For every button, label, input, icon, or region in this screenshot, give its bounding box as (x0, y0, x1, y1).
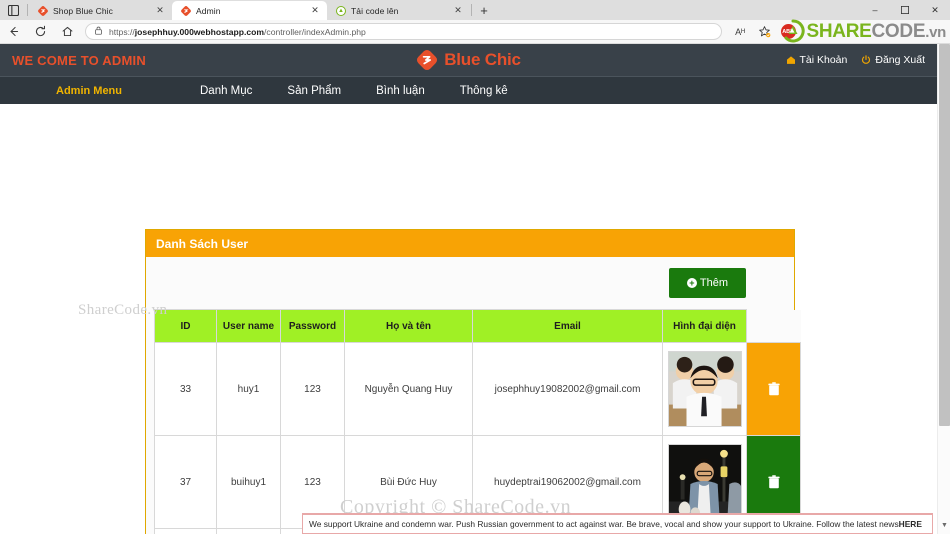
blue-chic-diamond-icon (180, 5, 191, 16)
minimize-button[interactable]: – (860, 0, 890, 20)
browser-tab-shop-blue-chic[interactable]: Shop Blue Chic ✕ (29, 1, 172, 20)
panel-header: Danh Sách User (146, 230, 794, 257)
tab-divider (471, 4, 472, 16)
column-header-actions (746, 309, 801, 343)
power-icon (861, 55, 871, 65)
page-scrollbar[interactable]: ▼ (937, 44, 950, 534)
column-header-avatar: Hình đại diện (662, 309, 747, 343)
cell-email: josephhuy19082002@gmail.com (472, 342, 663, 436)
refresh-icon[interactable] (27, 20, 54, 44)
blue-chic-diamond-icon (416, 49, 438, 71)
lock-icon (94, 26, 103, 37)
ukraine-banner-link[interactable]: HERE (899, 519, 922, 529)
avatar (667, 351, 742, 427)
maximize-button[interactable] (890, 0, 920, 20)
browser-tab-admin[interactable]: Admin ✕ (172, 1, 327, 20)
account-link[interactable]: Tài Khoản (786, 54, 848, 66)
tab-title: Tải code lên (351, 5, 399, 16)
ukraine-banner-text: We support Ukraine and condemn war. Push… (309, 519, 899, 529)
blue-chic-diamond-icon (37, 5, 48, 16)
table-row: 33 huy1 123 Nguyễn Quang Huy josephhuy19… (154, 342, 801, 436)
nav-link-thong-ke[interactable]: Thông kê (460, 85, 508, 97)
tab-close-icon[interactable]: ✕ (309, 5, 321, 17)
cell-avatar (662, 342, 747, 436)
account-label: Tài Khoản (799, 54, 848, 66)
table-header-row: ID User name Password Họ và tên Email Hì… (154, 309, 801, 343)
user-table: ID User name Password Họ và tên Email Hì… (154, 309, 801, 534)
column-header-username: User name (216, 309, 281, 343)
tab-close-icon[interactable]: ✕ (154, 5, 166, 17)
user-home-icon (786, 55, 796, 65)
column-header-fullname: Họ và tên (344, 309, 473, 343)
tab-close-icon[interactable]: ✕ (452, 5, 464, 17)
cell-fullname: Nguyễn Quang Huy (344, 342, 473, 436)
web-page: WE COME TO ADMIN Blue Chic Tài Khoản Đăn… (0, 44, 937, 534)
brand-name: Blue Chic (444, 50, 521, 69)
browser-tab-strip: Shop Blue Chic ✕ Admin ✕ Tải code lên ✕ … (0, 0, 950, 20)
scrollbar-thumb[interactable] (939, 44, 950, 426)
read-aloud-icon[interactable]: Aᴴ (728, 20, 752, 44)
tab-title: Admin (196, 5, 221, 16)
cell-id: 37 (154, 435, 217, 529)
content-area: Danh Sách User + Thêm ID User name Passw… (0, 104, 937, 534)
adblock-icon[interactable]: ABP (776, 20, 800, 44)
trash-icon (767, 475, 780, 489)
column-header-id: ID (154, 309, 217, 343)
brand-logo[interactable]: Blue Chic (389, 49, 549, 71)
back-icon[interactable] (0, 20, 27, 44)
browser-toolbar: https://josephhuy.000webhostapp.com/cont… (0, 20, 950, 44)
logout-link[interactable]: Đăng Xuất (861, 54, 925, 66)
sharecode-circle-icon (335, 5, 346, 16)
nav-link-danh-muc[interactable]: Danh Mục (200, 85, 252, 97)
nav-links: Danh Mục Sản Phẩm Bình luận Thông kê (200, 85, 508, 97)
delete-row-button[interactable] (747, 343, 800, 435)
panel-toolbar: + Thêm (154, 268, 786, 309)
cell-id: 33 (154, 342, 217, 436)
close-button[interactable]: ✕ (920, 0, 950, 20)
nav-link-san-pham[interactable]: Sản Phẩm (287, 85, 341, 97)
column-header-email: Email (472, 309, 663, 343)
ukraine-support-banner: We support Ukraine and condemn war. Push… (302, 514, 933, 534)
panel-title: Danh Sách User (156, 236, 249, 251)
cell-username: huy1 (216, 342, 281, 436)
logout-label: Đăng Xuất (875, 54, 925, 66)
cell-actions (746, 342, 801, 436)
tab-search-icon[interactable] (0, 0, 26, 20)
favorites-star-icon[interactable] (752, 20, 776, 44)
cell-username: buihuy1 (216, 435, 281, 529)
nav-link-binh-luan[interactable]: Bình luận (376, 85, 425, 97)
new-tab-button[interactable]: + (473, 0, 495, 20)
panel-body: + Thêm ID User name Password Họ và tên E… (146, 257, 801, 534)
browser-tab-tai-code-len[interactable]: Tải code lên ✕ (327, 1, 470, 20)
adblock-badge: ABP (780, 24, 796, 39)
user-list-panel: Danh Sách User + Thêm ID User name Passw… (145, 229, 801, 534)
browser-window: Shop Blue Chic ✕ Admin ✕ Tải code lên ✕ … (0, 0, 950, 534)
window-controls: – ✕ (860, 0, 950, 20)
cell-username: son (216, 528, 281, 534)
url-text: https://josephhuy.000webhostapp.com/cont… (109, 26, 366, 37)
scroll-down-arrow-icon[interactable]: ▼ (938, 519, 950, 532)
welcome-title: WE COME TO ADMIN (12, 52, 146, 68)
admin-nav-bar: Admin Menu Danh Mục Sản Phẩm Bình luận T… (0, 76, 937, 104)
header-user-menu: Tài Khoản Đăng Xuất (786, 54, 925, 66)
cell-id: 38 (154, 528, 217, 534)
home-icon[interactable] (54, 20, 81, 44)
add-user-button[interactable]: + Thêm (668, 268, 746, 298)
tab-divider (27, 4, 28, 16)
trash-icon (767, 382, 780, 396)
column-header-password: Password (280, 309, 345, 343)
admin-menu-label: Admin Menu (56, 84, 122, 97)
add-user-label: Thêm (699, 277, 728, 289)
plus-circle-icon: + (686, 278, 697, 288)
cell-password: 123 (280, 342, 345, 436)
tab-title: Shop Blue Chic (53, 5, 113, 16)
avatar (667, 444, 742, 520)
address-bar[interactable]: https://josephhuy.000webhostapp.com/cont… (85, 23, 722, 40)
site-header: WE COME TO ADMIN Blue Chic Tài Khoản Đăn… (0, 44, 937, 76)
